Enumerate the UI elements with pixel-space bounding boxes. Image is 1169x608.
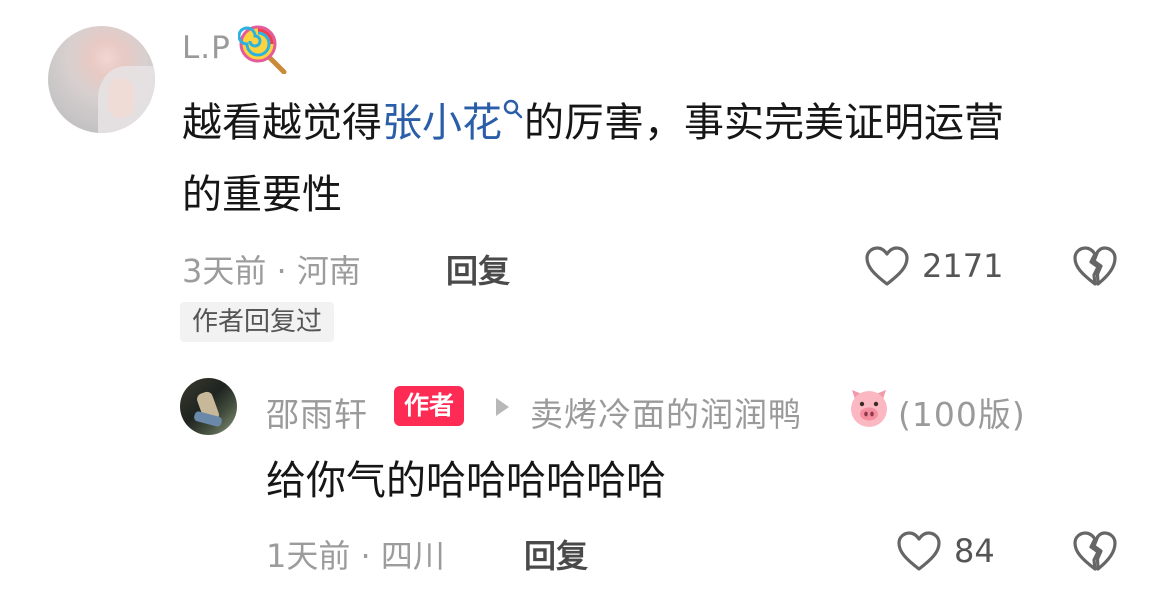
broken-heart-icon bbox=[1073, 246, 1117, 286]
reply-to-username[interactable]: 卖烤冷面的润润鸭 bbox=[530, 388, 802, 436]
like-button[interactable] bbox=[864, 245, 910, 287]
reply-button[interactable]: 回复 bbox=[446, 246, 510, 292]
triangle-right-icon bbox=[496, 398, 509, 416]
comment-text-line2: 的重要性 bbox=[182, 172, 342, 218]
comment-text-end: 的厉害，事实完美证明运营 bbox=[524, 100, 1004, 146]
comment-time-location: 3天前 · 河南 bbox=[182, 252, 361, 290]
author-replied-badge: 作者回复过 bbox=[180, 302, 335, 342]
reply-dislike-button[interactable] bbox=[1072, 530, 1118, 572]
dislike-button[interactable] bbox=[1072, 245, 1118, 287]
comment-username[interactable]: L.P bbox=[182, 30, 231, 66]
heart-outline-icon bbox=[865, 246, 909, 286]
avatar[interactable] bbox=[48, 26, 155, 133]
pig-emoji-icon bbox=[846, 384, 892, 430]
reply-text: 给你气的哈哈哈哈哈哈 bbox=[266, 458, 666, 504]
author-tag: 作者 bbox=[394, 386, 465, 426]
comment-text-start: 越看越觉得 bbox=[182, 100, 382, 146]
reply-username[interactable]: 邵雨轩 bbox=[266, 388, 368, 436]
like-count: 2171 bbox=[922, 247, 1004, 285]
avatar-figure bbox=[108, 78, 134, 118]
search-link[interactable]: 张小花 bbox=[382, 100, 502, 146]
reply-like-button[interactable] bbox=[896, 530, 942, 572]
reply-like-count: 84 bbox=[954, 532, 995, 570]
reply-reply-button[interactable]: 回复 bbox=[524, 531, 588, 577]
reply-time-location: 1天前 · 四川 bbox=[266, 537, 445, 575]
search-icon[interactable] bbox=[502, 98, 524, 120]
reply-to-suffix: (100版) bbox=[898, 395, 1026, 434]
lollipop-emoji-icon bbox=[238, 24, 288, 74]
username-text: L.P bbox=[182, 30, 231, 66]
heart-outline-icon bbox=[897, 531, 941, 571]
reply-avatar[interactable] bbox=[180, 378, 237, 435]
comment-text-line1: 越看越觉得张小花 的厉害，事实完美证明运营 bbox=[182, 94, 1004, 152]
broken-heart-icon bbox=[1073, 531, 1117, 571]
